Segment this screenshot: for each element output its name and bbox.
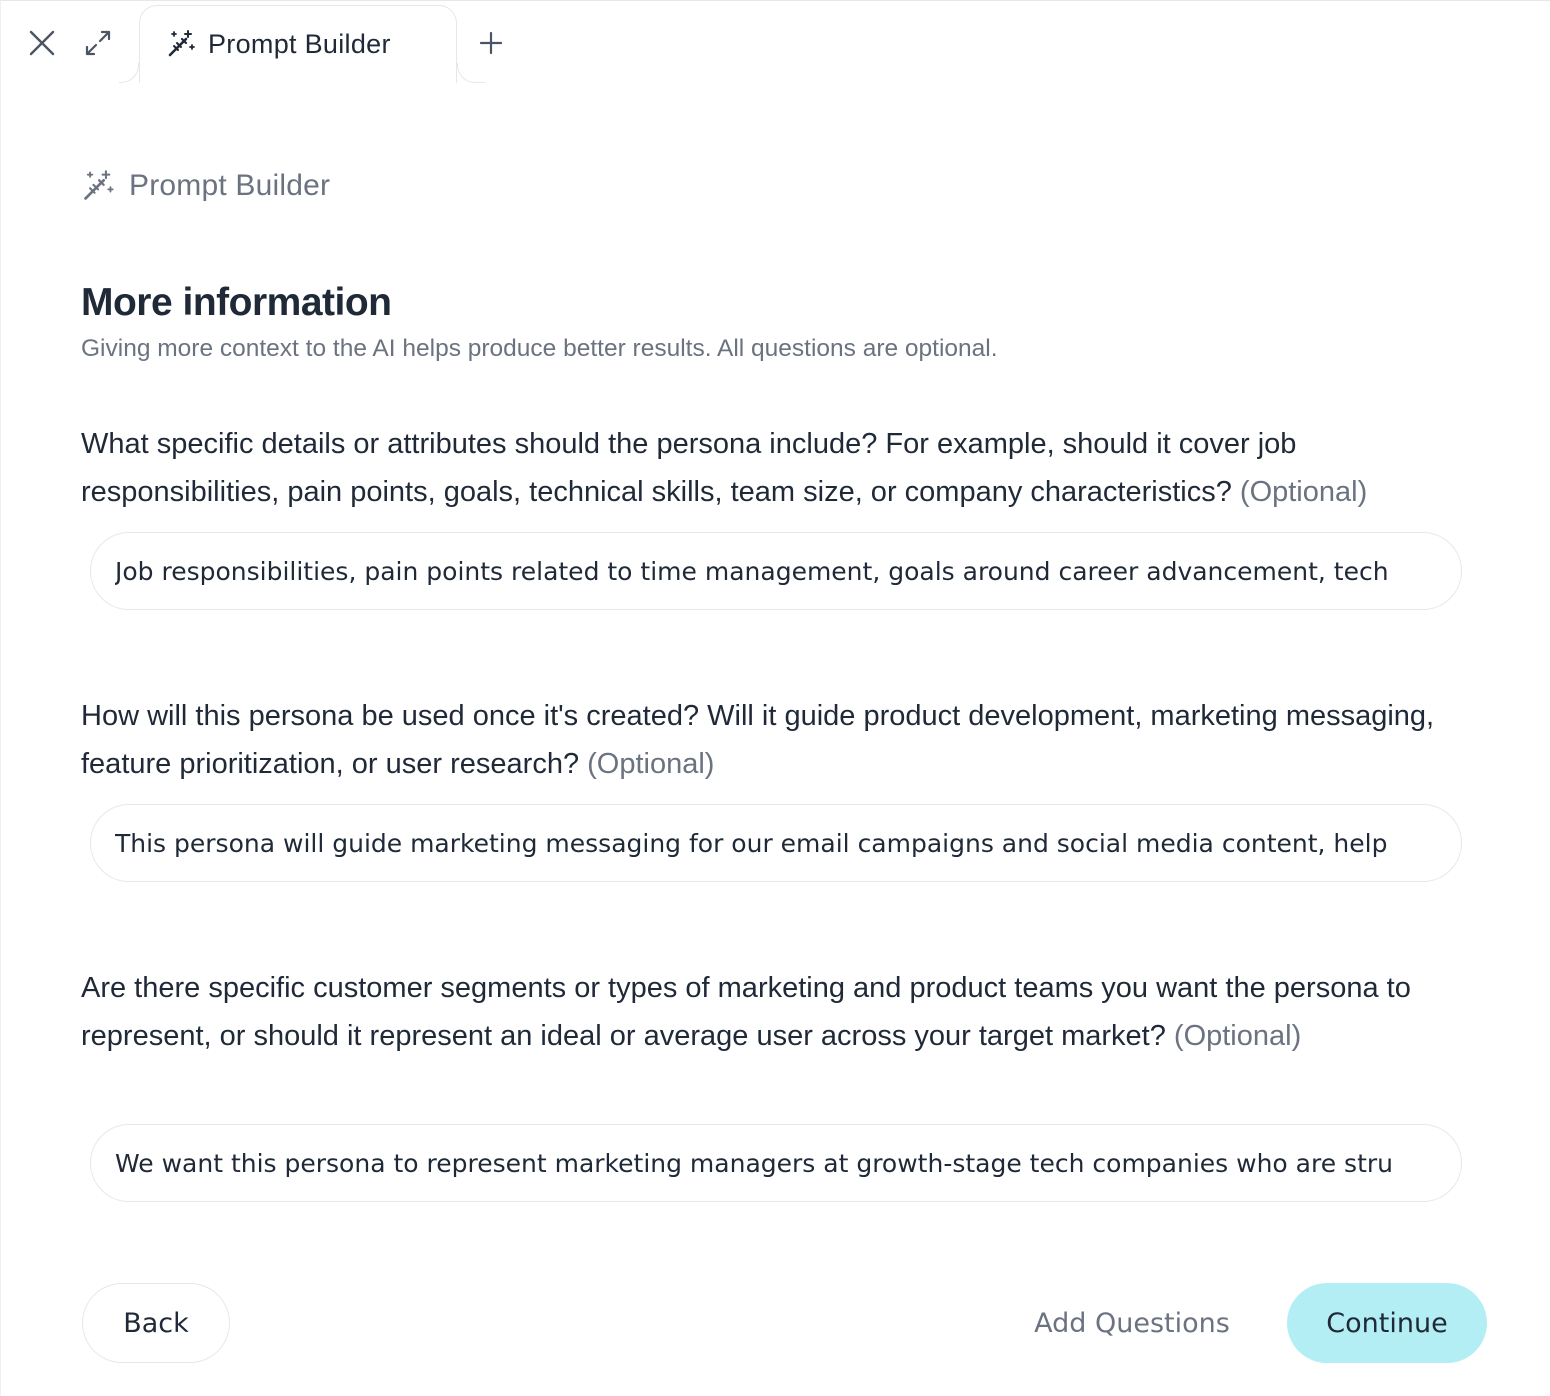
- prompt-builder-page: Prompt Builder Prompt Builder More infor…: [0, 0, 1550, 1396]
- answer-input-2[interactable]: [90, 804, 1462, 882]
- close-icon: [28, 29, 56, 57]
- tab-bar: Prompt Builder: [1, 1, 1550, 83]
- magic-wand-icon: [81, 169, 115, 203]
- optional-label: (Optional): [1173, 1020, 1302, 1052]
- optional-label: (Optional): [1239, 476, 1368, 508]
- question-text: How will this persona be used once it's …: [81, 700, 1435, 780]
- answer-input-1[interactable]: [90, 532, 1462, 610]
- breadcrumb-label: Prompt Builder: [129, 169, 331, 202]
- breadcrumb: Prompt Builder: [81, 169, 330, 203]
- magic-wand-icon: [166, 29, 196, 59]
- answer-input-3[interactable]: [90, 1124, 1462, 1202]
- plus-icon: [478, 30, 504, 56]
- question-text: What specific details or attributes shou…: [81, 428, 1297, 508]
- back-button[interactable]: Back: [82, 1283, 230, 1363]
- tab-prompt-builder[interactable]: Prompt Builder: [139, 5, 457, 83]
- close-button[interactable]: [22, 23, 62, 63]
- new-tab-button[interactable]: [471, 23, 511, 63]
- question-2: How will this persona be used once it's …: [81, 692, 1481, 788]
- continue-button[interactable]: Continue: [1287, 1283, 1487, 1363]
- optional-label: (Optional): [587, 748, 715, 780]
- tab-corner: [119, 63, 139, 83]
- add-questions-button[interactable]: Add Questions: [1021, 1283, 1243, 1363]
- tab-label: Prompt Builder: [208, 29, 391, 59]
- expand-icon: [84, 29, 112, 57]
- page-title: More information: [81, 281, 392, 324]
- expand-button[interactable]: [78, 23, 118, 63]
- question-1: What specific details or attributes shou…: [81, 420, 1481, 516]
- question-3: Are there specific customer segments or …: [81, 964, 1481, 1060]
- tab-corner: [457, 63, 485, 83]
- page-subtitle: Giving more context to the AI helps prod…: [81, 335, 998, 362]
